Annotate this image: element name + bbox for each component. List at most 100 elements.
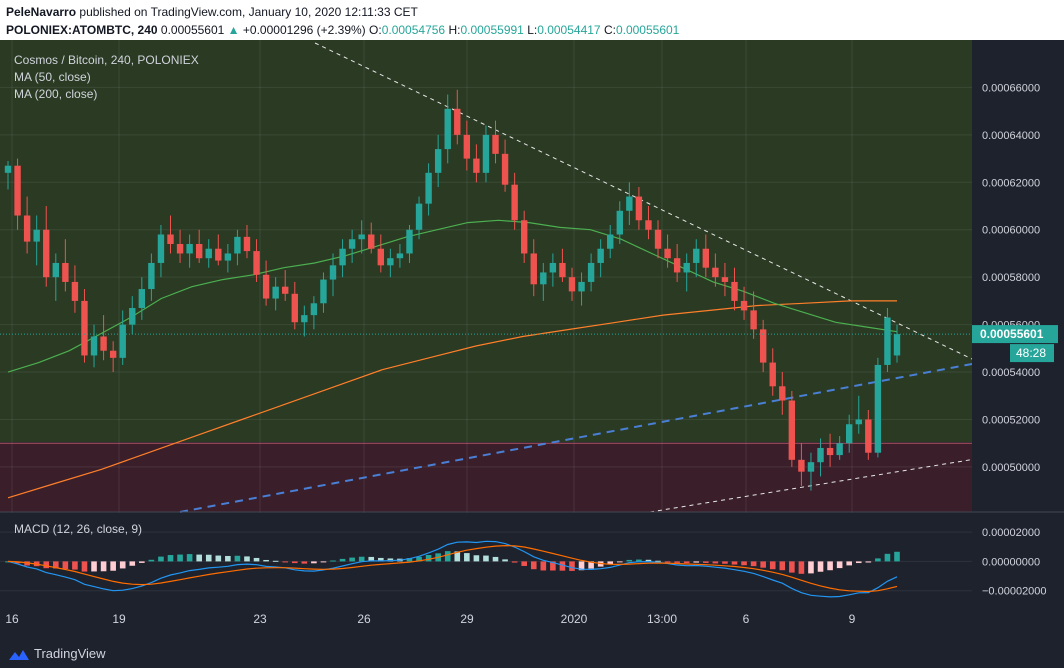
candle-body <box>788 400 796 460</box>
macd-bar <box>282 561 289 563</box>
macd-bar <box>72 561 78 570</box>
candle-body <box>444 108 451 150</box>
candle-body <box>492 134 499 154</box>
main-pane-bg <box>0 40 972 442</box>
candle-body <box>740 300 748 311</box>
candle-body <box>329 265 337 280</box>
ma50-legend[interactable]: MA (50, close) <box>14 70 91 84</box>
footer: TradingView <box>0 640 1064 668</box>
macd-bar <box>129 561 136 566</box>
candle-body <box>310 303 318 316</box>
macd-bar <box>875 558 881 562</box>
macd-bar <box>43 561 50 569</box>
price-change: +0.00001296 (+2.39%) <box>242 23 366 37</box>
candle-body <box>205 248 212 259</box>
macd-bar <box>626 559 633 562</box>
candle-body <box>549 262 557 273</box>
author-name[interactable]: PeleNavarro <box>6 5 76 19</box>
candle-body <box>750 310 757 330</box>
candle-body <box>52 262 59 278</box>
macd-bar <box>760 561 766 568</box>
candle-body <box>224 253 232 261</box>
macd-bar <box>311 561 317 564</box>
price-tick-label: 0.00050000 <box>982 462 1040 474</box>
candle-body <box>578 281 585 292</box>
ma200-legend[interactable]: MA (200, close) <box>14 87 97 101</box>
chart-title: Cosmos / Bitcoin, 240, POLONIEX <box>14 53 199 67</box>
candle-body <box>157 234 165 263</box>
candle-body <box>377 248 385 266</box>
open-label: O: <box>369 23 382 37</box>
low-label: L: <box>527 23 538 37</box>
candle-body <box>893 334 901 356</box>
price-tick-label: 0.00052000 <box>982 414 1040 426</box>
candle-body <box>109 350 117 358</box>
time-tick-label: 16 <box>5 612 19 626</box>
candle-body <box>176 243 184 254</box>
macd-bar <box>196 554 202 562</box>
macd-bar <box>502 559 508 562</box>
candle-body <box>607 234 614 249</box>
macd-bar <box>291 561 298 564</box>
candle-body <box>253 251 260 275</box>
macd-bar <box>100 561 107 572</box>
macd-bar <box>158 556 164 562</box>
macd-tick-label: 0.00002000 <box>982 527 1040 539</box>
candle-body <box>387 258 394 266</box>
candle-body <box>291 293 298 323</box>
macd-bar <box>664 561 671 563</box>
candle-body <box>836 443 843 456</box>
price-tick-label: 0.00058000 <box>982 272 1040 284</box>
candle-body <box>454 108 461 135</box>
time-tick-label: 23 <box>253 612 267 626</box>
macd-bar <box>712 561 719 564</box>
candle-body <box>826 447 834 456</box>
candle-body <box>33 229 40 242</box>
macd-bar <box>148 559 155 562</box>
candle-body <box>320 279 327 304</box>
candle-body <box>339 248 346 266</box>
ohlc-line: POLONIEX:ATOMBTC, 240 0.00055601 ▲ +0.00… <box>6 23 679 37</box>
time-tick-label: 19 <box>112 612 126 626</box>
close-value: 0.00055601 <box>615 23 680 37</box>
macd-bar <box>492 556 499 562</box>
macd-bar <box>244 556 250 562</box>
candle-body <box>616 210 623 235</box>
time-axis[interactable]: 16 19 23 26 29 2020 13:00 6 9 <box>5 612 855 626</box>
macd-bar <box>91 561 97 572</box>
macd-bar <box>205 554 212 562</box>
chart-canvas[interactable]: 0.00066000 0.00064000 0.00062000 0.00060000… <box>0 40 1064 640</box>
macd-bar <box>425 555 432 562</box>
macd-bar <box>320 561 327 563</box>
time-tick-label: 6 <box>743 612 750 626</box>
macd-bar <box>225 555 231 562</box>
candle-body <box>520 220 528 254</box>
macd-bar <box>731 561 738 565</box>
price-tick-label: 0.00064000 <box>982 130 1040 142</box>
candle-body <box>635 196 643 221</box>
candle-body <box>425 172 432 204</box>
macd-bar <box>511 561 518 563</box>
candle-body <box>712 267 719 278</box>
brand-text: TradingView <box>34 646 106 661</box>
macd-bar <box>272 560 279 562</box>
candle-body <box>195 243 203 259</box>
candle-body <box>702 248 710 268</box>
macd-legend[interactable]: MACD (12, 26, close, 9) <box>14 522 142 536</box>
tradingview-logo[interactable]: TradingView <box>8 646 106 662</box>
candle-body <box>90 336 98 356</box>
candle-body <box>769 362 776 387</box>
candle-body <box>673 258 681 273</box>
macd-bar <box>693 561 700 563</box>
macd-bar <box>894 551 900 562</box>
price-tick-label: 0.00054000 <box>982 367 1040 379</box>
candle-body <box>243 236 251 252</box>
up-triangle-icon: ▲ <box>227 23 240 37</box>
macd-bar <box>779 561 786 571</box>
price-tick-label: 0.00060000 <box>982 225 1040 237</box>
candle-body <box>215 248 222 261</box>
candle-body <box>817 447 824 463</box>
candle-body <box>348 239 356 249</box>
macd-bar <box>789 561 795 573</box>
low-value: 0.00054417 <box>537 23 601 37</box>
